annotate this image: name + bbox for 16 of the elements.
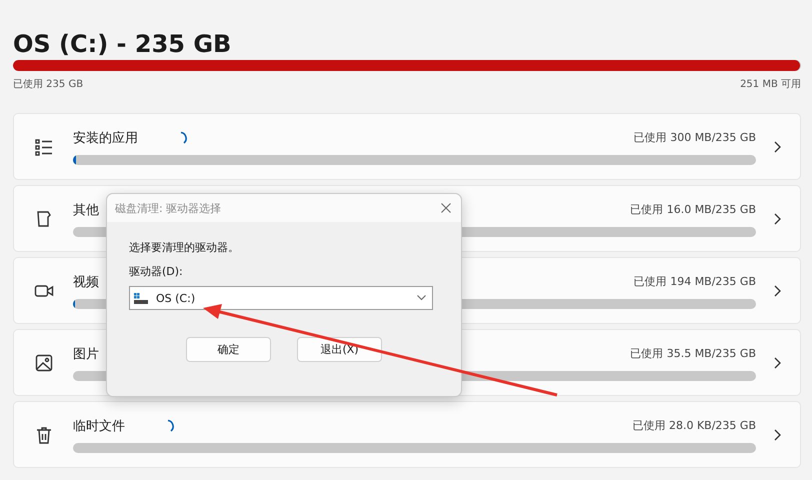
usage-reading: 已使用 28.0 KB/235 GB bbox=[632, 418, 756, 433]
category-label: 安装的应用 bbox=[73, 130, 138, 146]
category-label: 图片 bbox=[73, 346, 99, 362]
usage-reading: 已使用 35.5 MB/235 GB bbox=[630, 346, 756, 361]
category-label: 视频 bbox=[73, 274, 99, 290]
dialog-prompt: 选择要清理的驱动器。 bbox=[129, 240, 240, 255]
usage-reading: 已使用 16.0 MB/235 GB bbox=[630, 202, 756, 217]
usage-reading: 已使用 300 MB/235 GB bbox=[634, 130, 756, 145]
drive-title: OS (C:) - 235 GB bbox=[13, 30, 232, 60]
free-space-text: 251 MB 可用 bbox=[740, 78, 801, 91]
used-space-text: 已使用 235 GB bbox=[13, 78, 84, 91]
usage-reading: 已使用 194 MB/235 GB bbox=[634, 274, 756, 289]
dialog-title: 磁盘清理: 驱动器选择 bbox=[115, 200, 222, 216]
field-label: 驱动器(D): bbox=[129, 264, 184, 279]
category-label: 其他 bbox=[73, 202, 99, 218]
category-label: 临时文件 bbox=[73, 418, 125, 434]
